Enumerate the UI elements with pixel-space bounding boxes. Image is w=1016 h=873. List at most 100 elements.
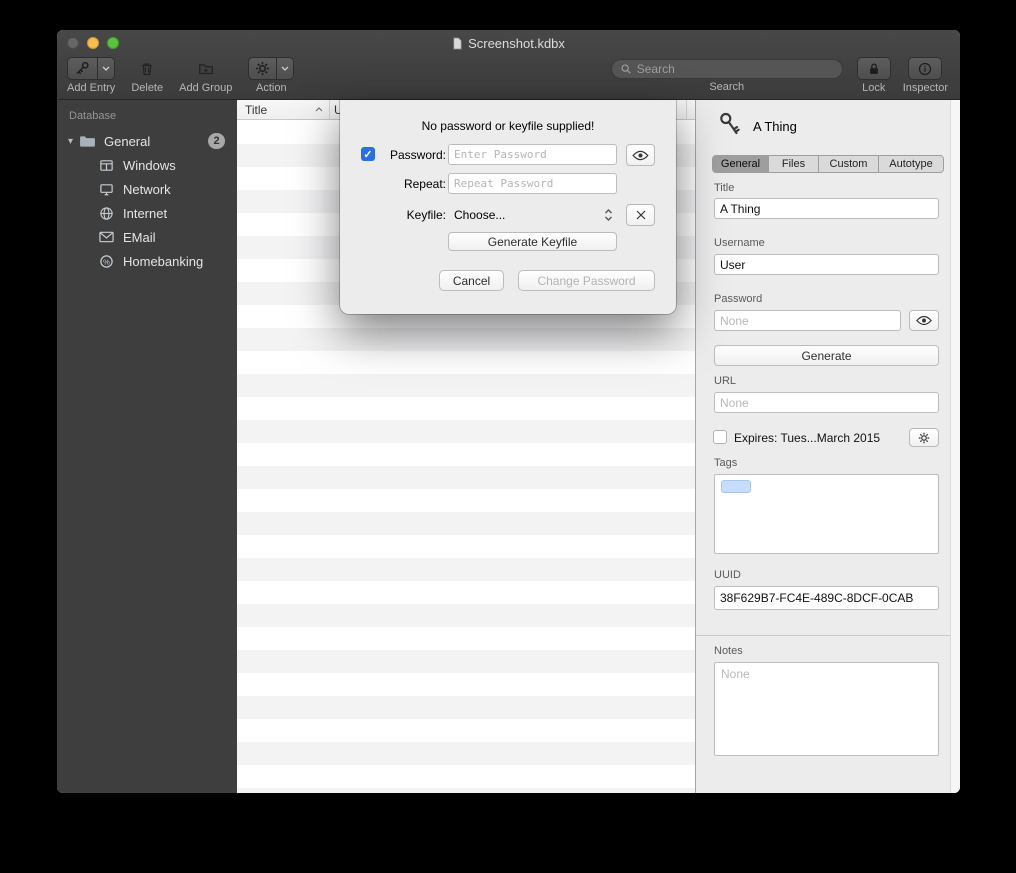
sheet-password-field[interactable]: [448, 144, 617, 165]
password-field[interactable]: [714, 310, 901, 331]
add-group-button[interactable]: [193, 57, 219, 80]
sidebar-item-label: Network: [123, 182, 171, 197]
uuid-label: UUID: [714, 569, 741, 581]
entry-header: A Thing: [718, 111, 797, 141]
sidebar-item-windows[interactable]: Windows: [57, 153, 237, 177]
network-icon: [97, 182, 116, 197]
inspector-label: Inspector: [903, 82, 948, 94]
tab-general[interactable]: General: [713, 156, 769, 172]
expires-checkbox[interactable]: [713, 430, 727, 444]
reveal-password-button[interactable]: [909, 310, 939, 331]
column-header-title[interactable]: Title: [237, 100, 330, 119]
notes-placeholder: None: [721, 667, 750, 681]
sheet-repeat-label: Repeat:: [376, 177, 446, 191]
change-password-button[interactable]: Change Password: [518, 270, 655, 291]
sheet-repeat-field[interactable]: [448, 173, 617, 194]
sidebar-section-header: Database: [57, 110, 237, 122]
inspector-button[interactable]: [908, 57, 942, 80]
svg-text:%: %: [103, 257, 110, 266]
action-button[interactable]: [248, 57, 294, 80]
gear-icon: [249, 58, 276, 79]
sheet-keyfile-label: Keyfile:: [376, 208, 446, 222]
add-group-label: Add Group: [179, 82, 232, 94]
sidebar-item-homebanking[interactable]: % Homebanking: [57, 249, 237, 273]
lock-label: Lock: [862, 82, 885, 94]
clear-keyfile-button[interactable]: [626, 204, 655, 226]
sidebar-item-email[interactable]: EMail: [57, 225, 237, 249]
minimize-button[interactable]: [87, 37, 99, 49]
action-label: Action: [256, 82, 287, 94]
sort-ascending-icon: [315, 107, 323, 112]
chevron-down-icon[interactable]: [276, 58, 293, 79]
close-x-icon: [635, 209, 647, 221]
inspector-panel: A Thing General Files Custom Autotype Ti…: [695, 100, 960, 793]
search-icon: [620, 63, 632, 75]
tags-label: Tags: [714, 457, 737, 469]
close-button[interactable]: [67, 37, 79, 49]
password-label: Password: [714, 293, 762, 305]
username-field[interactable]: [714, 254, 939, 275]
keyfile-popup[interactable]: Choose...: [448, 204, 617, 225]
username-label: Username: [714, 237, 765, 249]
search-label: Search: [709, 81, 744, 93]
cancel-button[interactable]: Cancel: [439, 270, 504, 291]
eye-icon: [916, 315, 932, 326]
column-title-label: Title: [245, 103, 267, 117]
delete-button[interactable]: [134, 57, 160, 80]
entry-title: A Thing: [753, 119, 797, 134]
generate-keyfile-button[interactable]: Generate Keyfile: [448, 232, 617, 251]
password-checkbox[interactable]: ✓: [361, 147, 375, 161]
gear-icon: [918, 432, 930, 444]
change-password-sheet: No password or keyfile supplied! ✓ Passw…: [340, 100, 676, 314]
sheet-reveal-password-button[interactable]: [626, 144, 655, 166]
search-field[interactable]: [611, 59, 843, 79]
tab-files[interactable]: Files: [769, 156, 819, 172]
inspector-tabs: General Files Custom Autotype: [712, 155, 944, 173]
inspector-divider: [696, 635, 950, 636]
expires-gear-button[interactable]: [909, 428, 939, 447]
folder-icon: [78, 135, 97, 148]
titlebar[interactable]: Screenshot.kdbx: [57, 30, 960, 56]
tags-field[interactable]: [714, 474, 939, 554]
sheet-password-label: Password:: [376, 148, 446, 162]
traffic-lights: [67, 37, 119, 49]
sheet-message: No password or keyfile supplied!: [340, 119, 676, 133]
info-icon: [918, 62, 932, 76]
sidebar-item-label: Internet: [123, 206, 167, 221]
sidebar-item-network[interactable]: Network: [57, 177, 237, 201]
generate-password-button[interactable]: Generate: [714, 345, 939, 366]
url-field[interactable]: [714, 392, 939, 413]
tag-token[interactable]: [721, 480, 751, 493]
notes-label: Notes: [714, 645, 743, 657]
chevron-down-icon[interactable]: [97, 58, 114, 79]
uuid-field[interactable]: [714, 586, 939, 610]
eye-icon: [632, 150, 649, 161]
expires-label: Expires: Tues...March 2015: [734, 431, 880, 445]
sidebar-item-label: General: [104, 134, 150, 149]
tab-custom[interactable]: Custom: [819, 156, 879, 172]
zoom-button[interactable]: [107, 37, 119, 49]
toolbar-item-add-entry: Add Entry: [67, 57, 115, 94]
document-icon: [452, 37, 463, 50]
sidebar-item-internet[interactable]: Internet: [57, 201, 237, 225]
sidebar-item-label: EMail: [123, 230, 156, 245]
key-icon: [718, 111, 740, 141]
title-field[interactable]: [714, 198, 939, 219]
url-label: URL: [714, 375, 736, 387]
toolbar-item-inspector: Inspector: [903, 57, 948, 94]
inspector-scrollbar[interactable]: [950, 100, 960, 793]
tab-autotype[interactable]: Autotype: [879, 156, 943, 172]
toolbar-item-delete: Delete: [131, 57, 163, 94]
folder-plus-icon: [197, 60, 215, 78]
lock-button[interactable]: [857, 57, 891, 80]
globe-icon: [97, 206, 116, 221]
add-entry-button[interactable]: [67, 57, 115, 80]
disclosure-triangle-icon[interactable]: ▾: [63, 136, 78, 147]
title-label: Title: [714, 182, 734, 194]
toolbar-item-lock: Lock: [857, 57, 891, 94]
sidebar-item-general[interactable]: ▾ General 2: [57, 129, 237, 153]
notes-field[interactable]: None: [714, 662, 939, 756]
search-input[interactable]: [637, 62, 834, 76]
popup-stepper-icon: [604, 208, 613, 222]
sidebar: Database ▾ General 2 Windows Networ: [57, 100, 237, 793]
